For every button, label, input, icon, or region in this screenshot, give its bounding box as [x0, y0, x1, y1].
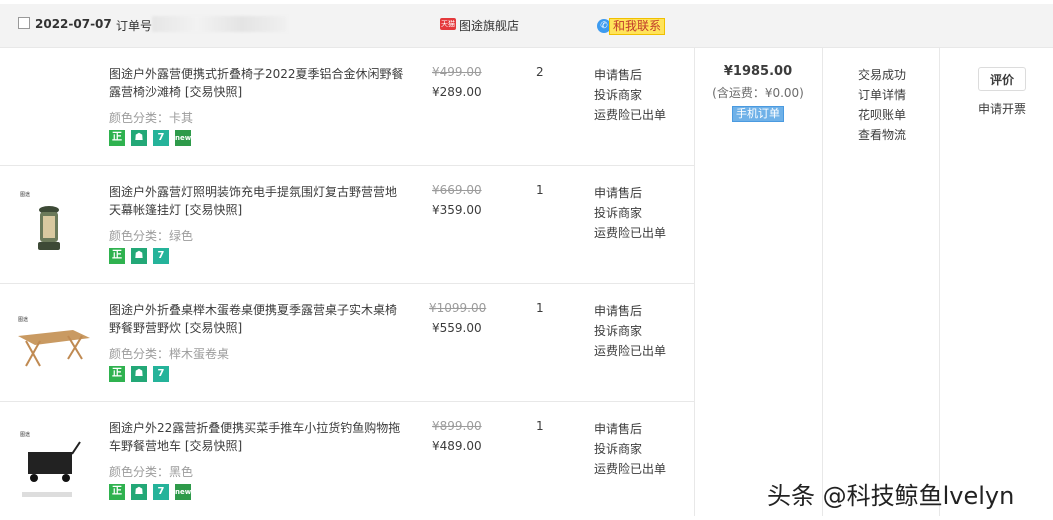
shipping-insurance-link[interactable]: 运费险已出单 [594, 105, 666, 125]
item-operations: 申请售后 投诉商家 运费险已出单 [594, 419, 666, 479]
product-image[interactable]: 图途 [14, 414, 84, 504]
trade-success-status: 交易成功 [857, 68, 906, 82]
select-order-checkbox[interactable] [18, 17, 30, 29]
order-number-redacted [152, 16, 287, 32]
contact-seller-label: 和我联系 [609, 17, 666, 35]
order-date: 2022-07-07 [35, 17, 112, 31]
apply-after-sale-link[interactable]: 申请售后 [594, 183, 666, 203]
product-title-link[interactable]: 图途户外折叠桌榉木蛋卷桌便携夏季露营桌子实木桌椅野餐野营野炊 [交易快照] [109, 301, 404, 337]
product-title-link[interactable]: 图途户外22露营折叠便携买菜手推车小拉货钓鱼购物拖车野餐营地车 [交易快照] [109, 419, 404, 455]
order-item: 图途 图途户外露营灯照明装饰充电手提氛围灯复古野营营地天幕帐篷挂灯 [交易快照]… [0, 166, 694, 284]
order-details-link[interactable]: 订单详情 [824, 85, 940, 105]
complain-seller-link[interactable]: 投诉商家 [594, 439, 666, 459]
quantity: 1 [536, 419, 544, 433]
svg-text:图途: 图途 [20, 431, 30, 438]
seven-day-return-badge-icon[interactable]: 7 [153, 366, 169, 382]
original-price: ¥499.00 [432, 65, 482, 79]
apply-after-sale-link[interactable]: 申请售后 [594, 301, 666, 321]
product-image[interactable]: 图途 [14, 178, 84, 268]
product-image[interactable] [14, 60, 84, 150]
authentic-badge-icon[interactable]: 正 [109, 248, 125, 264]
huabei-bill-link[interactable]: 花呗账单 [824, 105, 940, 125]
shipping-insurance-link[interactable]: 运费险已出单 [594, 341, 666, 361]
order-total: ¥1985.00 [723, 64, 793, 79]
apply-after-sale-link[interactable]: 申请售后 [594, 65, 666, 85]
order-item: 图途户外露营便携式折叠椅子2022夏季铝合金休闲野餐露营椅沙滩椅 [交易快照] … [0, 48, 694, 166]
item-operations: 申请售后 投诉商家 运费险已出单 [594, 301, 666, 361]
order-item: 图途 图途户外折叠桌榉木蛋卷桌便携夏季露营桌子实木桌椅野餐野营野炊 [交易快照]… [0, 284, 694, 402]
service-badges: 正 ☗ 7 [109, 248, 169, 264]
complain-seller-link[interactable]: 投诉商家 [594, 321, 666, 341]
product-title-link[interactable]: 图途户外露营便携式折叠椅子2022夏季铝合金休闲野餐露营椅沙滩椅 [交易快照] [109, 65, 404, 101]
complain-seller-link[interactable]: 投诉商家 [594, 203, 666, 223]
new-badge-icon[interactable]: new [175, 130, 191, 146]
item-operations: 申请售后 投诉商家 运费险已出单 [594, 65, 666, 125]
service-badges: 正 ☗ 7 [109, 366, 169, 382]
service-badges: 正 ☗ 7 new [109, 484, 191, 500]
product-variant: 颜色分类：黑色 [109, 465, 194, 479]
tmall-icon: 天猫 [440, 18, 456, 30]
service-badges: 正 ☗ 7 new [109, 130, 191, 146]
shop-name-link[interactable]: 图途旗舰店 [459, 17, 519, 34]
product-variant: 颜色分类：绿色 [109, 229, 194, 243]
authentic-badge-icon[interactable]: 正 [109, 366, 125, 382]
shipping-fee: (含运费：¥0.00) [712, 86, 804, 100]
paid-price: ¥359.00 [432, 203, 482, 217]
guarantee-badge-icon[interactable]: ☗ [131, 248, 147, 264]
order-number-label: 订单号 [116, 19, 153, 33]
request-invoice-link[interactable]: 申请开票 [978, 100, 1026, 117]
authentic-badge-icon[interactable]: 正 [109, 130, 125, 146]
item-operations: 申请售后 投诉商家 运费险已出单 [594, 183, 666, 243]
authentic-badge-icon[interactable]: 正 [109, 484, 125, 500]
paid-price: ¥289.00 [432, 85, 482, 99]
shipping-insurance-link[interactable]: 运费险已出单 [594, 223, 666, 243]
guarantee-badge-icon[interactable]: ☗ [131, 130, 147, 146]
paid-price: ¥559.00 [432, 321, 482, 335]
order-item: 图途 图途户外22露营折叠便携买菜手推车小拉货钓鱼购物拖车野餐营地车 [交易快照… [0, 402, 694, 520]
original-price: ¥1099.00 [429, 301, 487, 315]
paid-price: ¥489.00 [432, 439, 482, 453]
view-logistics-link[interactable]: 查看物流 [824, 125, 940, 145]
apply-after-sale-link[interactable]: 申请售后 [594, 419, 666, 439]
complain-seller-link[interactable]: 投诉商家 [594, 85, 666, 105]
guarantee-badge-icon[interactable]: ☗ [131, 484, 147, 500]
mobile-order-tag[interactable]: 手机订单 [732, 106, 784, 122]
column-divider [822, 48, 823, 516]
original-price: ¥899.00 [432, 419, 482, 433]
quantity: 2 [536, 65, 544, 79]
seven-day-return-badge-icon[interactable]: 7 [153, 130, 169, 146]
original-price: ¥669.00 [432, 183, 482, 197]
shipping-insurance-link[interactable]: 运费险已出单 [594, 459, 666, 479]
quantity: 1 [536, 301, 544, 315]
order-status-links: 交易成功 订单详情 花呗账单 查看物流 [824, 65, 940, 145]
quantity: 1 [536, 183, 544, 197]
watermark: 头条 @科技鲸鱼lvelyn [767, 482, 1015, 510]
seven-day-return-badge-icon[interactable]: 7 [153, 484, 169, 500]
guarantee-badge-icon[interactable]: ☗ [131, 366, 147, 382]
svg-text:图途: 图途 [20, 191, 30, 198]
product-title-link[interactable]: 图途户外露营灯照明装饰充电手提氛围灯复古野营营地天幕帐篷挂灯 [交易快照] [109, 183, 404, 219]
product-variant: 颜色分类：榉木蛋卷桌 [109, 347, 230, 361]
column-divider [694, 48, 695, 516]
product-variant: 颜色分类：卡其 [109, 111, 194, 125]
review-button[interactable]: 评价 [978, 67, 1026, 91]
new-badge-icon[interactable]: new [175, 484, 191, 500]
order-header: 2022-07-07 订单号 天猫 图途旗舰店 ✆ 和我联系 [0, 4, 1053, 48]
product-image[interactable]: 图途 [14, 296, 90, 386]
seven-day-return-badge-icon[interactable]: 7 [153, 248, 169, 264]
svg-text:图途: 图途 [18, 316, 28, 323]
contact-seller-button[interactable]: ✆ 和我联系 [597, 17, 666, 35]
